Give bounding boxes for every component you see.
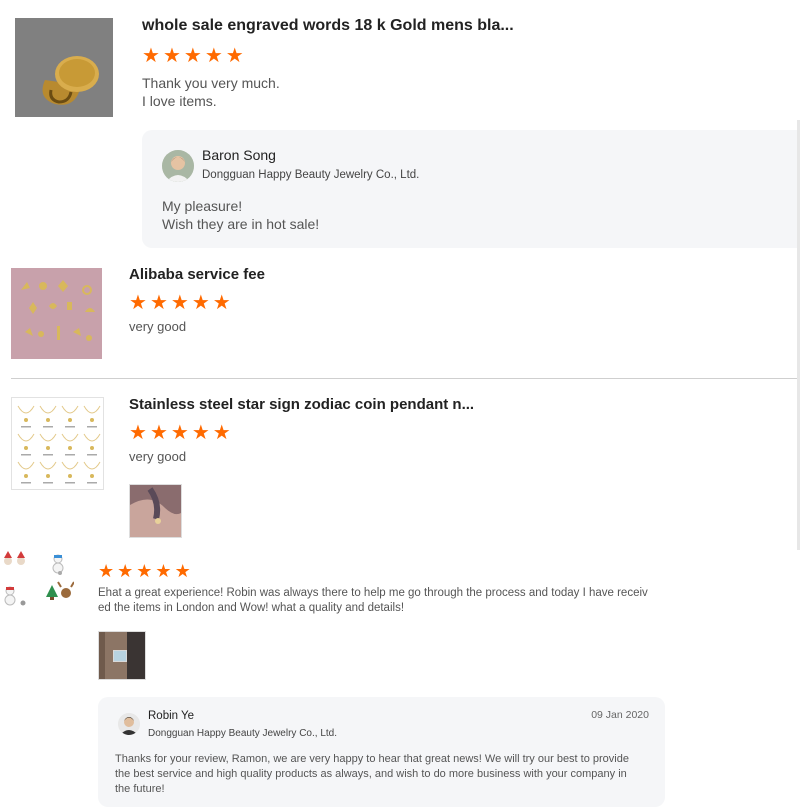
star-icon: ★ <box>191 422 210 444</box>
review-text: Thank you very much. I love items. <box>142 75 280 109</box>
star-icon: ★ <box>162 45 181 67</box>
star-icon: ★ <box>129 422 147 444</box>
product-thumbnail-zodiac-pendants[interactable] <box>11 397 104 490</box>
review-photo[interactable] <box>98 631 146 680</box>
star-icon: ★ <box>204 45 223 67</box>
rating-stars: ★ ★ ★ ★ ★ <box>129 293 231 313</box>
rating-stars: ★ ★ ★ ★ ★ <box>98 562 191 580</box>
star-icon: ★ <box>212 292 231 314</box>
seller-reply: Robin Ye Dongguan Happy Beauty Jewelry C… <box>98 697 665 807</box>
star-icon: ★ <box>170 422 189 444</box>
product-thumbnail-gold-ring[interactable] <box>15 18 113 117</box>
avatar <box>118 713 140 735</box>
reply-company: Dongguan Happy Beauty Jewelry Co., Ltd. <box>202 169 420 181</box>
divider <box>11 378 800 379</box>
star-icon: ★ <box>142 45 160 67</box>
reply-text: My pleasure! Wish they are in hot sale! <box>162 198 320 232</box>
star-icon: ★ <box>170 292 189 314</box>
star-icon: ★ <box>183 45 202 67</box>
product-thumbnail-christmas-earrings[interactable] <box>0 545 74 621</box>
reply-company: Dongguan Happy Beauty Jewelry Co., Ltd. <box>148 728 337 739</box>
star-icon: ★ <box>174 561 191 581</box>
product-title[interactable]: Alibaba service fee <box>129 266 265 283</box>
reply-author-name: Baron Song <box>202 147 276 163</box>
star-icon: ★ <box>117 561 134 581</box>
star-icon: ★ <box>225 45 244 67</box>
star-icon: ★ <box>136 561 153 581</box>
star-icon: ★ <box>149 422 168 444</box>
review-text: very good <box>129 449 187 464</box>
star-icon: ★ <box>149 292 168 314</box>
rating-stars: ★ ★ ★ ★ ★ <box>129 423 231 443</box>
review-photo[interactable] <box>129 484 182 538</box>
product-thumbnail-charms[interactable] <box>11 268 102 359</box>
seller-reply: Baron Song Dongguan Happy Beauty Jewelry… <box>142 130 800 248</box>
star-icon: ★ <box>191 292 210 314</box>
rating-stars: ★ ★ ★ ★ ★ <box>142 46 244 66</box>
star-icon: ★ <box>98 561 115 581</box>
reply-text: Thanks for your review, Ramon, we are ve… <box>115 753 629 795</box>
reply-date: 09 Jan 2020 <box>591 709 649 721</box>
star-icon: ★ <box>129 292 147 314</box>
star-icon: ★ <box>155 561 172 581</box>
avatar <box>162 150 194 182</box>
reply-author-name: Robin Ye <box>148 710 195 722</box>
product-title[interactable]: Stainless steel star sign zodiac coin pe… <box>129 396 474 413</box>
star-icon: ★ <box>212 422 231 444</box>
product-title[interactable]: whole sale engraved words 18 k Gold mens… <box>142 17 514 35</box>
review-text: Ehat a great experience! Robin was alway… <box>98 587 648 614</box>
review-text: very good <box>129 319 187 334</box>
